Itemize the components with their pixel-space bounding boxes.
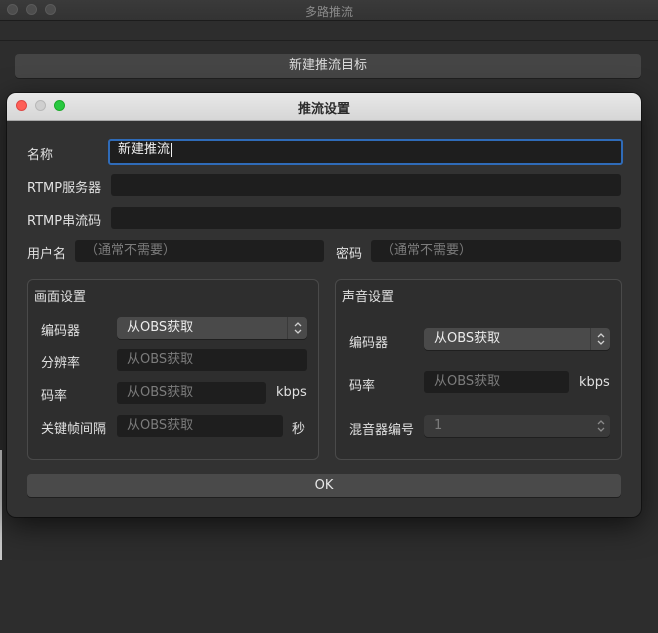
username-input[interactable]: （通常不需要） [75,240,324,262]
audio-settings-group: 声音设置 编码器 从OBS获取 码率 从OBS获取 kbps 混音器编号 1 [335,279,622,460]
video-encoder-label: 编码器 [41,324,81,339]
keyframe-unit: 秒 [292,422,306,437]
audio-bitrate-unit: kbps [579,375,610,390]
name-input[interactable]: 新建推流 [108,139,623,165]
audio-encoder-value: 从OBS获取 [434,331,501,346]
rtmp-server-label: RTMP服务器 [27,181,102,196]
password-input[interactable]: （通常不需要） [371,240,621,262]
audio-encoder-select[interactable]: 从OBS获取 [424,328,610,350]
video-bitrate-input[interactable]: 从OBS获取 [117,382,266,404]
text-caret [171,142,173,157]
video-bitrate-unit: kbps [276,385,307,400]
video-encoder-value: 从OBS获取 [127,320,194,335]
dialog-titlebar: 推流设置 [7,93,641,121]
main-window-titlebar: 多路推流 [0,0,658,21]
audio-settings-title: 声音设置 [342,290,395,305]
username-label: 用户名 [27,247,67,262]
stream-settings-dialog: 推流设置 名称 新建推流 RTMP服务器 RTMP串流码 用户名 （通常不需要）… [7,93,641,517]
audio-bitrate-label: 码率 [349,379,376,394]
rtmp-server-input[interactable] [111,174,621,196]
mixer-label: 混音器编号 [349,423,415,438]
video-settings-group: 画面设置 编码器 从OBS获取 分辨率 从OBS获取 码率 从OBS获取 kbp… [27,279,319,460]
rtmp-key-input[interactable] [111,207,621,229]
chevron-updown-icon [590,415,610,437]
chevron-updown-icon [590,328,610,350]
audio-bitrate-input[interactable]: 从OBS获取 [424,371,569,393]
video-settings-title: 画面设置 [34,290,87,305]
password-label: 密码 [336,247,363,262]
new-target-button[interactable]: 新建推流目标 [15,54,641,78]
keyframe-input[interactable]: 从OBS获取 [117,415,283,437]
video-bitrate-label: 码率 [41,389,68,404]
ok-button[interactable]: OK [27,474,621,497]
chevron-updown-icon [287,317,307,339]
main-window-title: 多路推流 [304,5,353,19]
name-label: 名称 [27,148,54,163]
mixer-value: 1 [434,418,443,433]
dialog-title: 推流设置 [297,102,350,117]
resolution-input[interactable]: 从OBS获取 [117,349,307,371]
video-encoder-select[interactable]: 从OBS获取 [117,317,307,339]
rtmp-key-label: RTMP串流码 [27,214,102,229]
mixer-select[interactable]: 1 [424,415,610,437]
window-edge [0,450,2,560]
audio-encoder-label: 编码器 [349,336,389,351]
resolution-label: 分辨率 [41,356,81,371]
keyframe-label: 关键帧间隔 [41,422,107,437]
name-value: 新建推流 [118,142,171,157]
divider [0,40,658,41]
